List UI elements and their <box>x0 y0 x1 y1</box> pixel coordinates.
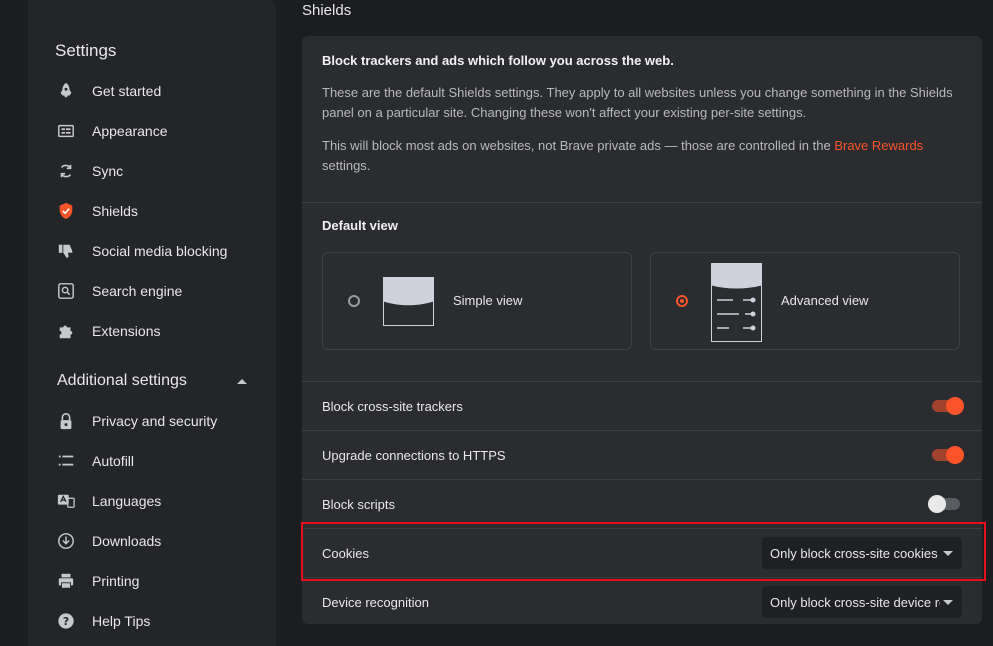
setting-row-block-scripts: Block scripts <box>302 480 982 528</box>
sidebar-item-label: Autofill <box>92 453 135 469</box>
sidebar-item-shields[interactable]: Shields <box>56 199 138 223</box>
block-scripts-toggle[interactable] <box>928 495 960 513</box>
page-title: Shields <box>302 2 352 19</box>
device-recognition-select[interactable]: Only block cross-site device recognition… <box>762 586 962 618</box>
select-value: Only block cross-site device recognition… <box>770 594 940 610</box>
sidebar-item-label: Shields <box>92 203 138 219</box>
lock-icon <box>56 411 76 431</box>
additional-settings-title: Additional settings <box>57 372 187 389</box>
sidebar-item-printing[interactable]: Printing <box>56 569 139 593</box>
toggle-knob <box>946 397 964 415</box>
simple-view-illustration-icon <box>383 277 434 326</box>
setting-row-block-cross-site-trackers: Block cross-site trackers <box>302 382 982 430</box>
sidebar-item-label: Social media blocking <box>92 243 228 259</box>
advanced-view-illustration-icon <box>711 263 762 342</box>
divider <box>302 202 982 203</box>
sidebar-item-help-tips[interactable]: ? Help Tips <box>56 609 150 633</box>
sidebar-item-sync[interactable]: Sync <box>56 159 123 183</box>
setting-label: Block cross-site trackers <box>322 398 463 414</box>
language-icon <box>56 491 76 511</box>
simple-view-label: Simple view <box>453 293 523 308</box>
advanced-view-label: Advanced view <box>781 293 869 308</box>
cookies-highlight-box <box>301 522 986 581</box>
brave-rewards-link[interactable]: Brave Rewards <box>834 138 923 153</box>
intro-text: This will block most ads on websites, no… <box>322 138 835 153</box>
sidebar-item-label: Get started <box>92 83 162 99</box>
setting-row-upgrade-https: Upgrade connections to HTTPS <box>302 431 982 479</box>
sidebar-item-search-engine[interactable]: Search engine <box>56 279 182 303</box>
sidebar-item-label: Printing <box>92 573 140 589</box>
search-icon <box>56 281 76 301</box>
sidebar-item-appearance[interactable]: Appearance <box>56 119 168 143</box>
sync-icon <box>56 161 76 181</box>
default-view-heading: Default view <box>322 218 398 233</box>
block-cross-site-trackers-toggle[interactable] <box>932 397 964 415</box>
sidebar-item-label: Privacy and security <box>92 413 218 429</box>
sidebar-item-label: Sync <box>92 163 124 179</box>
chevron-up-icon <box>237 378 247 384</box>
sidebar-item-languages[interactable]: Languages <box>56 489 161 513</box>
sidebar-item-extensions[interactable]: Extensions <box>56 319 160 343</box>
upgrade-https-toggle[interactable] <box>932 446 964 464</box>
sidebar-item-get-started[interactable]: Get started <box>56 79 161 103</box>
advanced-view-option[interactable]: Advanced view <box>650 252 960 350</box>
appearance-icon <box>56 121 76 141</box>
rocket-icon <box>56 81 76 101</box>
download-icon <box>56 531 76 551</box>
sidebar-item-downloads[interactable]: Downloads <box>56 529 161 553</box>
additional-settings-toggle[interactable]: Additional settings <box>57 372 247 390</box>
setting-label: Block scripts <box>322 496 395 512</box>
sidebar-item-label: Extensions <box>92 323 161 339</box>
setting-label: Device recognition <box>322 594 429 610</box>
settings-page: Settings Get started Appearance Sync Shi… <box>0 0 993 646</box>
simple-view-radio[interactable] <box>348 295 360 307</box>
intro-paragraph-rewards: This will block most ads on websites, no… <box>322 136 962 176</box>
help-icon: ? <box>56 611 76 631</box>
advanced-view-radio[interactable] <box>676 295 688 307</box>
intro-text: settings. <box>322 158 371 173</box>
sidebar-item-autofill[interactable]: Autofill <box>56 449 134 473</box>
setting-label: Upgrade connections to HTTPS <box>322 447 506 463</box>
sidebar-item-privacy-and-security[interactable]: Privacy and security <box>56 409 217 433</box>
sidebar-item-label: Help Tips <box>92 613 151 629</box>
sidebar-title: Settings <box>55 41 117 60</box>
thumbs-down-icon <box>56 241 76 261</box>
toggle-knob <box>946 446 964 464</box>
intro-heading: Block trackers and ads which follow you … <box>322 53 674 68</box>
toggle-knob <box>928 495 946 513</box>
sidebar-item-label: Search engine <box>92 283 183 299</box>
sidebar-item-label: Languages <box>92 493 162 509</box>
simple-view-option[interactable]: Simple view <box>322 252 632 350</box>
list-icon <box>56 451 76 471</box>
chevron-down-icon <box>943 600 953 605</box>
sidebar-item-social-media-blocking[interactable]: Social media blocking <box>56 239 227 263</box>
sidebar: Settings Get started Appearance Sync Shi… <box>28 0 276 646</box>
intro-paragraph: These are the default Shields settings. … <box>322 85 953 120</box>
puzzle-icon <box>56 321 76 341</box>
printer-icon <box>56 571 76 591</box>
shield-icon <box>56 201 76 221</box>
sidebar-item-label: Downloads <box>92 533 162 549</box>
sidebar-item-label: Appearance <box>92 123 168 139</box>
setting-row-device-recognition: Device recognition Only block cross-site… <box>302 578 982 626</box>
svg-text:?: ? <box>63 615 69 628</box>
